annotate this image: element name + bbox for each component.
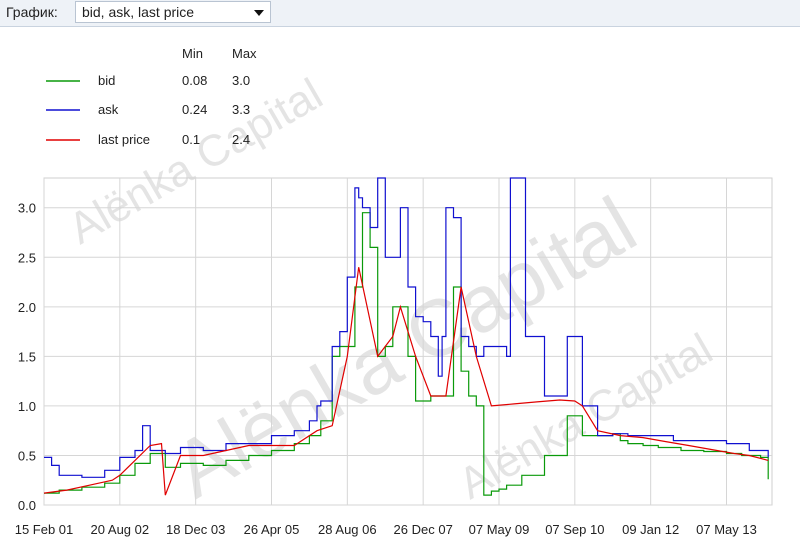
legend-min-header: Min — [182, 46, 203, 61]
y-tick-label: 2.5 — [18, 250, 36, 265]
legend-min-ask: 0.24 — [182, 102, 207, 117]
legend-name-ask: ask — [98, 102, 119, 117]
x-tick-label: 07 Sep 10 — [545, 522, 604, 537]
legend-name-last-price: last price — [98, 132, 150, 147]
legend-name-bid: bid — [98, 73, 115, 88]
watermark-group: Alënka Capital Alënka Capital Alënka Cap… — [61, 69, 721, 514]
y-tick-label: 0.0 — [18, 498, 36, 513]
legend-max-bid: 3.0 — [232, 73, 250, 88]
watermark-text: Alënka Capital — [451, 324, 721, 508]
x-tick-label: 20 Aug 02 — [91, 522, 150, 537]
x-tick-label: 26 Apr 05 — [244, 522, 300, 537]
chart-area: Alënka Capital Alënka Capital Alënka Cap… — [15, 46, 773, 537]
legend-max-header: Max — [232, 46, 257, 61]
y-tick-label: 1.5 — [18, 349, 36, 364]
y-tick-label: 1.0 — [18, 399, 36, 414]
watermark-text: Alënka Capital — [159, 180, 650, 515]
x-tick-label: 28 Aug 06 — [318, 522, 377, 537]
x-tick-label: 26 Dec 07 — [394, 522, 453, 537]
y-axis-ticks: 0.0 0.5 1.0 1.5 2.0 2.5 3.0 — [18, 201, 36, 513]
x-tick-label: 18 Dec 03 — [166, 522, 225, 537]
legend-max-last-price: 2.4 — [232, 132, 250, 147]
x-tick-label: 07 May 13 — [696, 522, 757, 537]
x-tick-label: 15 Feb 01 — [15, 522, 74, 537]
y-tick-label: 2.0 — [18, 300, 36, 315]
y-tick-label: 0.5 — [18, 448, 36, 463]
legend-min-bid: 0.08 — [182, 73, 207, 88]
y-tick-label: 3.0 — [18, 201, 36, 216]
legend-min-last-price: 0.1 — [182, 132, 200, 147]
x-tick-label: 07 May 09 — [469, 522, 530, 537]
x-axis-ticks: 15 Feb 01 20 Aug 02 18 Dec 03 26 Apr 05 28 A… — [15, 522, 757, 537]
legend-max-ask: 3.3 — [232, 102, 250, 117]
x-tick-label: 09 Jan 12 — [622, 522, 679, 537]
